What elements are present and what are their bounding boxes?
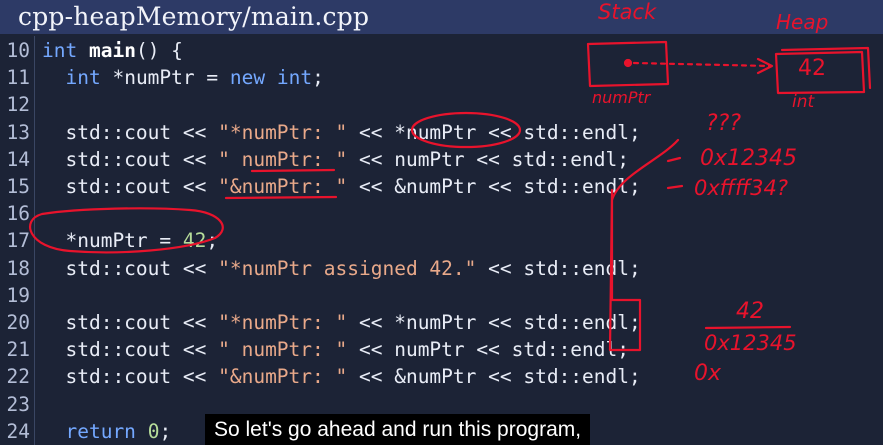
stack-label: Stack (598, 0, 657, 24)
code-text: return 0; (42, 418, 171, 445)
line-number: 13 (6, 120, 30, 144)
code-token: " numPtr: " (218, 147, 348, 171)
code-token: ; (159, 419, 172, 443)
code-text: std::cout << "*numPtr: " << *numPtr << s… (42, 309, 641, 336)
line-number: 16 (6, 202, 30, 226)
title-bar: cpp-heapMemory/main.cpp (0, 0, 883, 34)
code-token: std::cout << (42, 120, 219, 144)
code-token: std::cout << (42, 338, 219, 362)
code-token: std::cout << (42, 147, 219, 171)
output1-self-address: 0xffff34? (694, 176, 788, 200)
code-token: std::cout << (42, 175, 219, 198)
line-number: 20 (6, 311, 30, 334)
heap-type: int (792, 92, 815, 112)
code-token: ; (312, 66, 324, 90)
file-title: cpp-heapMemory/main.cpp (18, 2, 370, 31)
code-token: return (65, 419, 136, 443)
code-token: << &numPtr << std::endl; (347, 175, 641, 198)
code-text: std::cout << " numPtr: " << numPtr << st… (42, 336, 629, 363)
code-line[interactable]: 12 (0, 91, 883, 118)
subtitle-caption: So let's go ahead and run this program, (205, 414, 591, 445)
code-text: std::cout << "&numPtr: " << &numPtr << s… (42, 363, 641, 390)
code-token: 42 (182, 229, 207, 253)
code-line[interactable]: 13 std::cout << "*numPtr: " << *numPtr <… (0, 119, 883, 146)
output1-address: 0x12345 (700, 146, 798, 171)
code-text: std::cout << "&numPtr: " << &numPtr << s… (42, 173, 641, 200)
code-text: std::cout << "*numPtr: " << *numPtr << s… (42, 119, 641, 146)
code-token: int (42, 39, 78, 62)
output2-self-address: 0x (694, 361, 722, 386)
code-token: std::cout << (42, 256, 219, 280)
code-token: "*numPtr assigned 42." (218, 256, 477, 280)
code-token: << numPtr << std::endl; (347, 338, 630, 362)
code-token: << *numPtr << std::endl; (347, 311, 641, 334)
code-token: << numPtr << std::endl; (347, 147, 630, 171)
code-line[interactable]: 16 (0, 200, 883, 227)
code-token: "&numPtr: " (218, 175, 348, 198)
code-token: " numPtr: " (218, 338, 348, 362)
stack-var-label: numPtr (592, 88, 651, 107)
line-number: 22 (6, 365, 30, 389)
line-number: 17 (6, 229, 30, 253)
code-token: "&numPtr: " (218, 365, 348, 389)
code-line[interactable]: 17 *numPtr = 42; (0, 227, 883, 254)
heap-label: Heap (776, 10, 829, 34)
code-token: 0 (147, 419, 160, 443)
code-token: int (65, 66, 101, 90)
code-token: int (276, 66, 313, 90)
output2-address: 0x12345 (704, 331, 797, 355)
code-text: std::cout << "*numPtr assigned 42." << s… (42, 255, 641, 282)
output2-value: 42 (736, 299, 764, 324)
code-text: int *numPtr = new int; (42, 64, 324, 91)
line-number: 14 (6, 147, 30, 171)
code-line[interactable]: 11 int *numPtr = new int; (0, 64, 883, 91)
code-line[interactable]: 22 std::cout << "&numPtr: " << &numPtr <… (0, 363, 883, 390)
code-token: *numPtr = (100, 66, 230, 90)
code-text: std::cout << " numPtr: " << numPtr << st… (42, 146, 629, 173)
code-token: << &numPtr << std::endl; (347, 365, 641, 389)
code-token: ; (206, 229, 219, 253)
code-token: << std::endl; (476, 256, 641, 280)
code-text: int main() { (42, 37, 183, 64)
code-line[interactable]: 10 int main() { (0, 37, 883, 64)
code-token: *numPtr = (42, 229, 183, 253)
heap-value: 42 (798, 56, 826, 81)
code-text: *numPtr = 42; (42, 227, 218, 254)
output1-value: ??? (706, 111, 742, 136)
code-line[interactable]: 18 std::cout << "*numPtr assigned 42." <… (0, 255, 883, 282)
code-token: "*numPtr: " (218, 311, 348, 334)
code-token: new (229, 66, 266, 90)
code-token: std::cout << (42, 365, 219, 389)
line-number: 23 (6, 392, 30, 416)
code-token: () { (135, 39, 183, 62)
code-token: << *numPtr << std::endl; (347, 120, 641, 144)
line-number: 19 (6, 283, 30, 307)
line-number: 10 (6, 39, 30, 62)
line-number: 21 (6, 338, 30, 362)
code-token: main (88, 39, 136, 62)
line-number: 15 (6, 175, 30, 198)
line-number: 18 (6, 256, 30, 280)
line-number: 11 (6, 66, 30, 90)
code-token: "*numPtr: " (218, 120, 348, 144)
line-number: 12 (6, 93, 30, 117)
code-token: std::cout << (42, 311, 219, 334)
line-number: 24 (6, 419, 30, 443)
